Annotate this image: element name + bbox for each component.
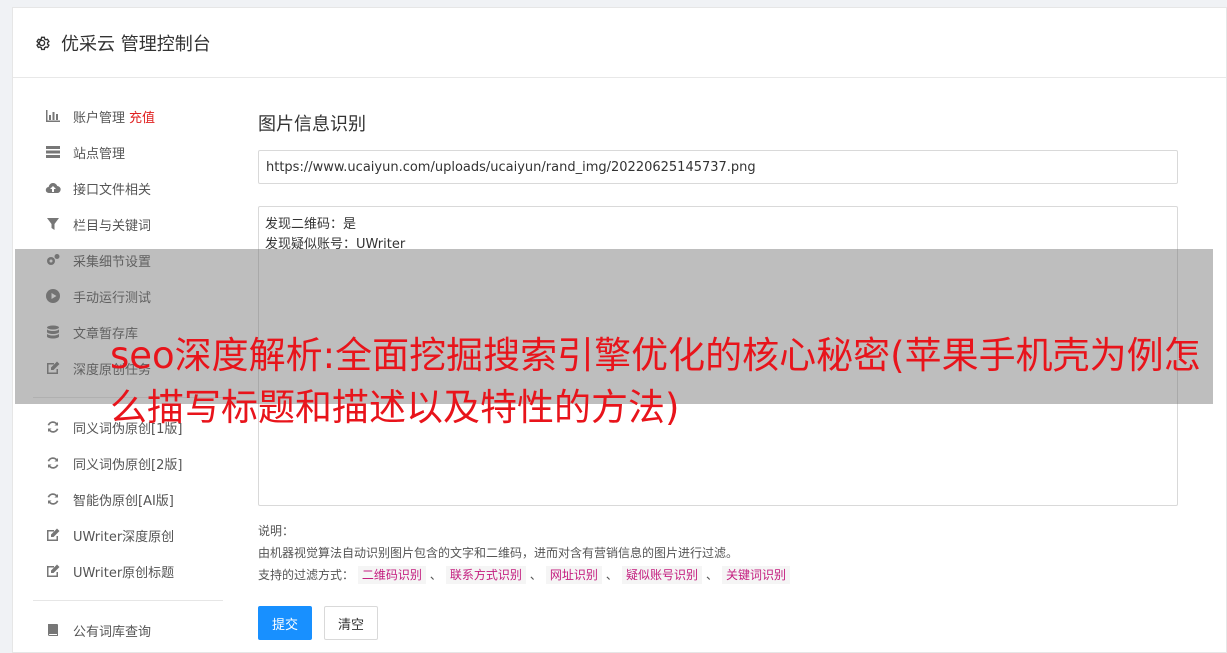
description-heading: 说明：: [258, 524, 295, 538]
cloud-upload-icon: [45, 180, 61, 196]
description-text: 由机器视觉算法自动识别图片包含的文字和二维码，进而对含有营销信息的图片进行过滤。: [258, 546, 739, 560]
sidebar-item-label: 公有词库查询: [73, 624, 152, 640]
refresh-icon: [45, 455, 61, 471]
sidebar-item-uwriter-deep[interactable]: UWriter深度原创: [33, 517, 223, 553]
sidebar-item-account[interactable]: 账户管理 充值: [33, 98, 223, 134]
sidebar-divider: [33, 600, 223, 601]
filter-tag-contact: 联系方式识别: [445, 566, 526, 584]
filter-tag-qrcode: 二维码识别: [357, 566, 426, 584]
book-icon: [45, 622, 61, 638]
recharge-link[interactable]: 充值: [129, 107, 155, 126]
description: 说明： 由机器视觉算法自动识别图片包含的文字和二维码，进而对含有营销信息的图片进…: [258, 520, 1178, 586]
clear-button[interactable]: 清空: [324, 606, 379, 640]
refresh-icon: [45, 491, 61, 507]
filter-separator: 、: [605, 568, 618, 582]
image-url-input[interactable]: [258, 150, 1178, 184]
filter-separator: 、: [529, 568, 542, 582]
filter-separator: 、: [705, 568, 718, 582]
gear-icon: [33, 34, 51, 52]
sidebar-item-label: 栏目与关键词: [73, 218, 152, 234]
action-buttons: 提交 清空: [258, 606, 1178, 640]
sidebar-item-api-files[interactable]: 接口文件相关: [33, 170, 223, 206]
sidebar-item-categories[interactable]: 栏目与关键词: [33, 206, 223, 242]
filter-tag-url: 网址识别: [545, 566, 602, 584]
filter-tag-keyword: 关键词识别: [721, 566, 790, 584]
sidebar-item-ai-rewrite[interactable]: 智能伪原创[AI版]: [33, 481, 223, 517]
sidebar-item-label: 账户管理: [73, 110, 126, 126]
sidebar-item-synonym-v2[interactable]: 同义词伪原创[2版]: [33, 445, 223, 481]
filter-tag-suspected-account: 疑似账号识别: [621, 566, 702, 584]
edit-icon: [45, 527, 61, 543]
sidebar-item-label: 接口文件相关: [73, 182, 152, 198]
filter-icon: [45, 216, 61, 232]
edit-icon: [45, 563, 61, 579]
page-title: 图片信息识别: [258, 114, 366, 135]
filter-methods: 支持的过滤方式： 二维码识别、联系方式识别、网址识别、疑似账号识别、关键词识别: [258, 564, 1178, 586]
submit-button[interactable]: 提交: [258, 606, 313, 640]
sidebar-item-label: UWriter深度原创: [73, 529, 175, 545]
sidebar-item-label: 站点管理: [73, 146, 126, 162]
sidebar-item-label: 同义词伪原创[2版]: [73, 457, 183, 473]
refresh-icon: [45, 419, 61, 435]
result-line: 发现二维码：是: [265, 217, 357, 232]
sidebar-item-uwriter-title[interactable]: UWriter原创标题: [33, 553, 223, 589]
bar-chart-icon: [45, 108, 61, 124]
sidebar-item-label: 智能伪原创[AI版]: [73, 493, 174, 509]
filter-methods-label: 支持的过滤方式：: [258, 568, 355, 582]
sidebar-item-label: UWriter原创标题: [73, 565, 175, 581]
app-title: 优采云 管理控制台: [61, 33, 211, 55]
overlay-headline: seo深度解析:全面挖掘搜索引擎优化的核心秘密(苹果手机壳为例怎么描写标题和描述…: [110, 334, 1201, 429]
server-icon: [45, 144, 61, 160]
sidebar-item-sites[interactable]: 站点管理: [33, 134, 223, 170]
app-header: 优采云 管理控制台: [13, 8, 1226, 78]
filter-separator: 、: [429, 568, 442, 582]
sidebar-item-public-lexicon[interactable]: 公有词库查询: [33, 612, 223, 648]
